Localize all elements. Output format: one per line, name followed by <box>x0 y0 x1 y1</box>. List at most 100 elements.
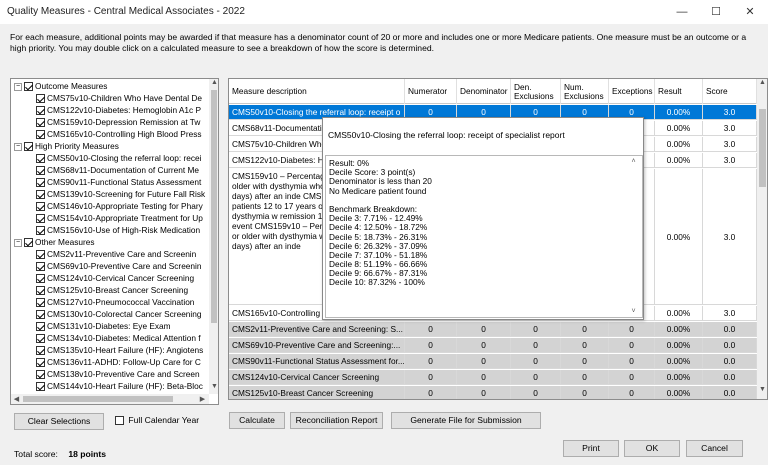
calculate-button[interactable]: Calculate <box>229 412 285 429</box>
tree-item[interactable]: CMS90v11-Functional Status Assessment <box>36 177 201 188</box>
checkbox-checked-icon[interactable] <box>36 202 45 212</box>
print-button[interactable]: Print <box>563 440 619 457</box>
close-button[interactable]: ✕ <box>733 0 767 24</box>
checkbox-checked-icon[interactable] <box>36 262 45 272</box>
table-row[interactable]: CMS90v11-Functional Status Assessment fo… <box>229 354 757 369</box>
title-bar: Quality Measures - Central Medical Assoc… <box>0 0 768 24</box>
reconciliation-report-button[interactable]: Reconciliation Report <box>290 412 383 429</box>
tree-item[interactable]: CMS135v10-Heart Failure (HF): Angiotens <box>36 345 203 356</box>
tree-item[interactable]: CMS159v10-Depression Remission at Tw <box>36 117 200 128</box>
minimize-button[interactable]: — <box>665 0 699 24</box>
checkbox-checked-icon[interactable] <box>36 118 45 128</box>
tree-item[interactable]: CMS68v11-Documentation of Current Me <box>36 165 199 176</box>
breakdown-line: Decile 10: 87.32% - 100% <box>329 277 425 288</box>
table-row[interactable]: CMS125v10-Breast Cancer Screening 0 0 0 0 0 0.… <box>229 386 757 399</box>
tree-item[interactable]: CMS154v10-Appropriate Treatment for Up <box>36 213 203 224</box>
tree-item[interactable]: CMS69v10-Preventive Care and Screenin <box>36 261 202 272</box>
checkbox-checked-icon[interactable] <box>36 190 45 200</box>
tree-item[interactable]: CMS138v10-Preventive Care and Screen <box>36 369 200 380</box>
collapse-icon[interactable]: − <box>14 142 22 151</box>
col-score[interactable]: Score <box>703 79 757 104</box>
collapse-icon[interactable]: − <box>14 238 22 247</box>
tree-group[interactable]: − Outcome Measures <box>14 81 107 92</box>
cell-res: 0.00% <box>655 370 703 385</box>
tree-item[interactable]: CMS124v10-Cervical Cancer Screening <box>36 273 194 284</box>
checkbox-checked-icon[interactable] <box>24 238 33 248</box>
checkbox-checked-icon[interactable] <box>36 106 45 116</box>
checkbox-checked-icon[interactable] <box>36 298 45 308</box>
checkbox-checked-icon[interactable] <box>36 94 45 104</box>
tree-horizontal-scrollbar[interactable]: ◀ ▶ <box>11 394 209 404</box>
checkbox-checked-icon[interactable] <box>36 310 45 320</box>
grid-scroll-thumb[interactable] <box>759 109 766 187</box>
tree-item[interactable]: CMS139v10-Screening for Future Fall Risk <box>36 189 205 200</box>
generate-file-button[interactable]: Generate File for Submission <box>391 412 541 429</box>
checkbox-checked-icon[interactable] <box>24 142 33 152</box>
tree-item[interactable]: CMS50v10-Closing the referral loop: rece… <box>36 153 202 164</box>
tree-item[interactable]: CMS156v10-Use of High-Risk Medication <box>36 225 200 236</box>
tree-item[interactable]: CMS144v10-Heart Failure (HF): Beta-Bloc <box>36 381 203 392</box>
checkbox-checked-icon[interactable] <box>36 154 45 164</box>
full-calendar-year-checkbox[interactable]: Full Calendar Year <box>115 415 199 426</box>
col-num-exclusions[interactable]: Num. Exclusions <box>561 79 609 104</box>
ok-button[interactable]: OK <box>624 440 680 457</box>
checkbox-checked-icon[interactable] <box>36 334 45 344</box>
grid-scroll-up-icon[interactable]: ▲ <box>757 79 767 86</box>
checkbox-checked-icon[interactable] <box>36 358 45 368</box>
tree-item[interactable]: CMS134v10-Diabetes: Medical Attention f <box>36 333 201 344</box>
tree-item[interactable]: CMS136v11-ADHD: Follow-Up Care for C <box>36 357 201 368</box>
col-exceptions[interactable]: Exceptions <box>609 79 655 104</box>
tree-item[interactable]: CMS75v10-Children Who Have Dental De <box>36 93 202 104</box>
tree-item-label: CMS127v10-Pneumococcal Vaccination <box>47 297 195 307</box>
col-numerator[interactable]: Numerator <box>405 79 457 104</box>
scroll-right-icon[interactable]: ▶ <box>197 395 208 403</box>
tree-hscroll-thumb[interactable] <box>23 396 173 402</box>
clear-selections-button[interactable]: Clear Selections <box>14 413 104 430</box>
scroll-left-icon[interactable]: ◀ <box>11 395 22 403</box>
tree-item[interactable]: CMS127v10-Pneumococcal Vaccination <box>36 297 194 308</box>
tree-vertical-scrollbar[interactable]: ▲ ▼ <box>209 79 218 394</box>
col-denominator[interactable]: Denominator <box>457 79 511 104</box>
table-row[interactable]: CMS69v10-Preventive Care and Screening:.… <box>229 338 757 353</box>
tree-item[interactable]: CMS122v10-Diabetes: Hemoglobin A1c P <box>36 105 201 116</box>
collapse-icon[interactable]: − <box>14 82 22 91</box>
checkbox-checked-icon[interactable] <box>36 226 45 236</box>
checkbox-checked-icon[interactable] <box>36 214 45 224</box>
table-row[interactable]: CMS2v11-Preventive Care and Screening: S… <box>229 322 757 337</box>
col-measure-description[interactable]: Measure description <box>229 79 405 104</box>
table-row[interactable]: CMS124v10-Cervical Cancer Screening 0 0 0 0 0… <box>229 370 757 385</box>
checkbox-checked-icon[interactable] <box>36 346 45 356</box>
checkbox-checked-icon[interactable] <box>36 274 45 284</box>
checkbox-checked-icon[interactable] <box>36 286 45 296</box>
tree-item[interactable]: CMS130v10-Colorectal Cancer Screening <box>36 309 202 320</box>
checkbox-checked-icon[interactable] <box>36 166 45 176</box>
tree-item[interactable]: CMS165v10-Controlling High Blood Press <box>36 129 202 140</box>
popup-scroll-down-icon[interactable]: ˅ <box>628 308 639 315</box>
col-result[interactable]: Result <box>655 79 703 104</box>
maximize-button[interactable]: ☐ <box>699 0 733 24</box>
col-den-exclusions[interactable]: Den. Exclusions <box>511 79 561 104</box>
tree-group[interactable]: − High Priority Measures <box>14 141 119 152</box>
scroll-up-icon[interactable]: ▲ <box>209 79 218 86</box>
grid-vertical-scrollbar[interactable]: ▲ ▼ <box>757 79 767 399</box>
tree-item-label: CMS68v11-Documentation of Current Me <box>47 165 200 175</box>
tree-item[interactable]: CMS131v10-Diabetes: Eye Exam <box>36 321 171 332</box>
tree-item[interactable]: CMS2v11-Preventive Care and Screenin <box>36 249 196 260</box>
tree-item[interactable]: CMS146v10-Appropriate Testing for Phary <box>36 201 203 212</box>
scroll-down-icon[interactable]: ▼ <box>209 383 218 390</box>
checkbox-checked-icon[interactable] <box>36 322 45 332</box>
measure-tree[interactable]: − Outcome Measures CMS75v10-Children Who H… <box>10 78 219 405</box>
checkbox-checked-icon[interactable] <box>36 370 45 380</box>
checkbox-checked-icon[interactable] <box>24 82 33 92</box>
tree-item[interactable]: CMS125v10-Breast Cancer Screening <box>36 285 188 296</box>
checkbox-checked-icon[interactable] <box>36 382 45 392</box>
grid-scroll-down-icon[interactable]: ▼ <box>757 386 767 393</box>
checkbox-checked-icon[interactable] <box>36 130 45 140</box>
cancel-button[interactable]: Cancel <box>686 440 743 457</box>
tree-group[interactable]: − Other Measures <box>14 237 94 248</box>
tree-scroll-thumb[interactable] <box>211 90 217 323</box>
checkbox-checked-icon[interactable] <box>36 250 45 260</box>
checkbox-unchecked-icon[interactable] <box>115 416 124 426</box>
checkbox-checked-icon[interactable] <box>36 178 45 188</box>
popup-scroll-up-icon[interactable]: ˄ <box>628 158 639 165</box>
